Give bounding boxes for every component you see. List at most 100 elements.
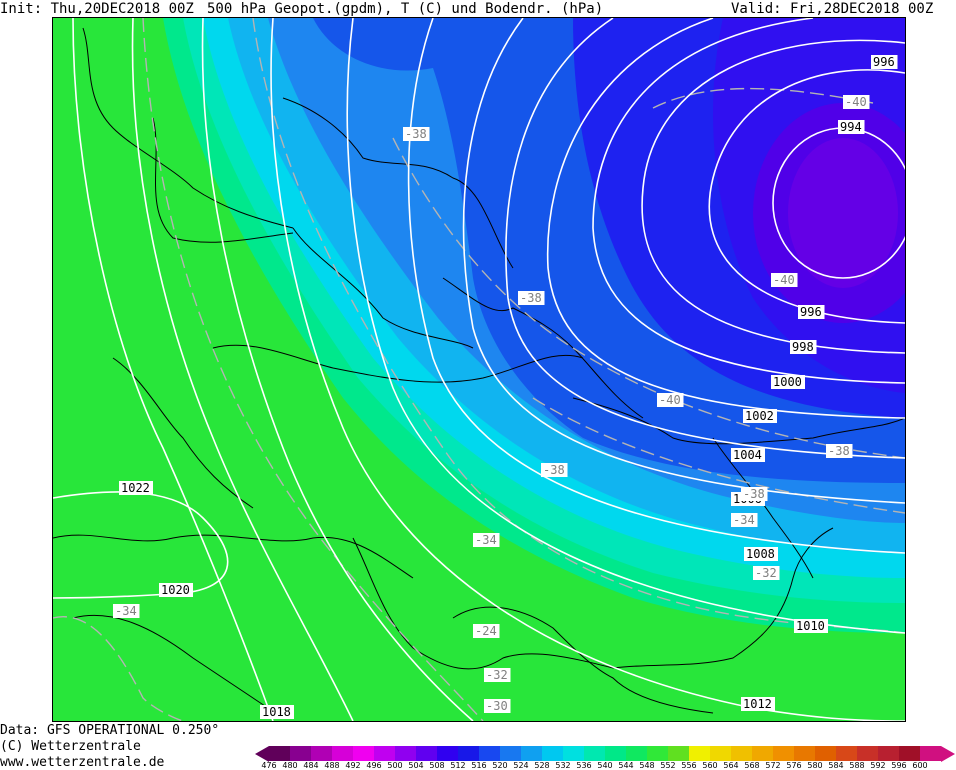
isotherm-label-text: -40 — [773, 273, 795, 287]
isotherm-label-text: -38 — [405, 127, 427, 141]
scale-value-label: 540 — [597, 761, 613, 770]
isotherm-label-text: -24 — [475, 624, 497, 638]
isotherm-label: -38 — [541, 463, 568, 477]
scale-color-cell — [752, 746, 773, 761]
website-link[interactable]: www.wetterzentrale.de — [0, 756, 164, 770]
isotherm-label-text: -38 — [520, 291, 542, 305]
isobar-label: 1020 — [159, 583, 193, 597]
isotherm-label: -30 — [484, 699, 511, 713]
isotherm-label-text: -40 — [659, 393, 681, 407]
scale-color-cell — [416, 746, 437, 761]
scale-value-label: 480 — [282, 761, 298, 770]
isobar-label-text: 1000 — [773, 375, 802, 389]
scale-value-label: 544 — [618, 761, 634, 770]
isotherm-label: -40 — [843, 95, 870, 109]
isotherm-label: -24 — [473, 624, 500, 638]
scale-color-cell — [647, 746, 668, 761]
isobar-label: 1012 — [741, 697, 775, 711]
isobar-label-text: 1004 — [733, 448, 762, 462]
copyright: (C) Wetterzentrale — [0, 739, 141, 754]
scale-color-cell — [857, 746, 878, 761]
isotherm-label: -34 — [731, 513, 758, 527]
scale-value-label: 496 — [366, 761, 382, 770]
scale-color-cell — [479, 746, 500, 761]
isotherm-label: -34 — [113, 604, 140, 618]
isobar-label-text: 1002 — [745, 409, 774, 423]
scale-color-cell — [290, 746, 311, 761]
scale-color-cell — [920, 746, 941, 761]
isotherm-label: -38 — [826, 444, 853, 458]
color-scale-legend: 476 480 484 488 492 496 500 504 508 512 516 520 524 5… — [255, 741, 955, 770]
isotherm-label-text: -34 — [475, 533, 497, 547]
scale-value-label: 584 — [828, 761, 844, 770]
isobar-label: 1008 — [744, 547, 778, 561]
scale-arrow-right — [941, 746, 955, 762]
scale-color-cell — [269, 746, 290, 761]
scale-color-cell — [563, 746, 584, 761]
isobar-label: 1022 — [119, 481, 153, 495]
isotherm-label: -32 — [753, 566, 780, 580]
scale-value-label: 572 — [765, 761, 781, 770]
scale-color-cell — [899, 746, 920, 761]
scale-value-label: 500 — [387, 761, 403, 770]
isobar-label-text: 1012 — [743, 697, 772, 711]
isobar-label-text: 1022 — [121, 481, 150, 495]
isotherm-label-text: -38 — [828, 444, 850, 458]
weather-map: 9969949969981000100210041006100810101012… — [52, 17, 906, 722]
scale-color-cell — [374, 746, 395, 761]
isobar-label-text: 1018 — [262, 705, 291, 719]
scale-value-label: 552 — [660, 761, 676, 770]
scale-value-label: 536 — [576, 761, 592, 770]
scale-value-label: 592 — [870, 761, 886, 770]
scale-value-label: 532 — [555, 761, 571, 770]
isotherm-label-text: -32 — [755, 566, 777, 580]
scale-color-cell — [794, 746, 815, 761]
isobar-label-text: 1010 — [796, 619, 825, 633]
isotherm-label-text: -38 — [543, 463, 565, 477]
scale-color-cell — [815, 746, 836, 761]
isobar-label: 1010 — [794, 619, 828, 633]
isobar-label-text: 1020 — [161, 583, 190, 597]
isobar-label: 1018 — [260, 705, 294, 719]
isobar-label: 994 — [838, 120, 865, 134]
scale-value-label: 524 — [513, 761, 529, 770]
scale-value-label: 504 — [408, 761, 424, 770]
scale-color-cell — [437, 746, 458, 761]
isobar-label: 1004 — [731, 448, 765, 462]
scale-color-cell — [773, 746, 794, 761]
isobar-label: 996 — [871, 55, 898, 69]
scale-value-label: 548 — [639, 761, 655, 770]
scale-value-label: 492 — [345, 761, 361, 770]
scale-color-cell — [332, 746, 353, 761]
scale-value-label: 520 — [492, 761, 508, 770]
scale-value-label: 484 — [303, 761, 319, 770]
isotherm-label: -32 — [484, 668, 511, 682]
data-source: Data: GFS OPERATIONAL 0.250° — [0, 723, 220, 738]
scale-color-cell — [689, 746, 710, 761]
scale-color-cell — [542, 746, 563, 761]
scale-color-cell — [458, 746, 479, 761]
scale-color-cell — [395, 746, 416, 761]
scale-value-label: 600 — [912, 761, 928, 770]
scale-value-label: 508 — [429, 761, 445, 770]
isobar-label-text: 998 — [792, 340, 814, 354]
scale-color-cell — [710, 746, 731, 761]
scale-value-label: 568 — [744, 761, 760, 770]
weather-map-canvas: 9969949969981000100210041006100810101012… — [53, 18, 905, 721]
scale-value-label: 516 — [471, 761, 487, 770]
scale-arrow-left — [255, 746, 269, 762]
scale-color-cell — [353, 746, 374, 761]
scale-color-cell — [668, 746, 689, 761]
isobar-label: 1000 — [771, 375, 805, 389]
scale-value-label: 564 — [723, 761, 739, 770]
scale-color-cell — [584, 746, 605, 761]
map-header: Init: Thu,20DEC2018 00Z 500 hPa Geopot.(… — [0, 0, 956, 18]
scale-value-label: 576 — [786, 761, 802, 770]
isobar-label: 998 — [790, 340, 817, 354]
isotherm-label-text: -40 — [845, 95, 867, 109]
isotherm-label: -34 — [473, 533, 500, 547]
scale-color-cell — [500, 746, 521, 761]
scale-color-cell — [878, 746, 899, 761]
isobar-label-text: 1008 — [746, 547, 775, 561]
isotherm-label-text: -32 — [486, 668, 508, 682]
